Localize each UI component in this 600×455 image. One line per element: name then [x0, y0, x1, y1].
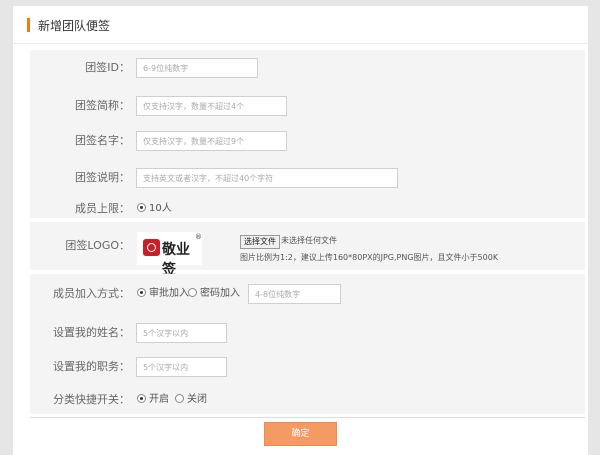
my-name-row: 设置我的姓名： 5个汉字以内: [30, 322, 585, 348]
member-limit-option[interactable]: 10人: [137, 198, 172, 220]
team-name-input[interactable]: 仅支持汉字，数量不超过9个: [136, 131, 287, 151]
description-input[interactable]: 支持英文或者汉字，不超过40个字符: [136, 168, 398, 188]
registered-mark: ®: [195, 233, 202, 241]
join-method-row: 成员加入方式： 审批加入 密码加入 4-8位纯数字: [30, 283, 585, 309]
radio-unselected-icon[interactable]: [188, 288, 197, 297]
short-name-label: 团签简称：: [75, 99, 130, 112]
my-role-input[interactable]: 5个汉字以内: [136, 357, 227, 377]
logo-text: 敬业签: [162, 242, 190, 278]
join-settings-section: 成员加入方式： 审批加入 密码加入 4-8位纯数字 设置我的姓名： 5个汉字以内…: [30, 274, 585, 414]
password-join-option[interactable]: 密码加入: [188, 283, 240, 305]
my-name-input[interactable]: 5个汉字以内: [136, 323, 227, 343]
team-id-label: 团签ID：: [85, 61, 130, 74]
logo-label: 团签LOGO：: [65, 239, 130, 252]
password-join-label: 密码加入: [200, 288, 240, 299]
page-title: 新增团队便签: [38, 19, 111, 33]
shortcut-on-label: 开启: [149, 394, 169, 405]
my-role-label: 设置我的职务：: [53, 360, 130, 373]
my-name-label: 设置我的姓名：: [53, 326, 130, 339]
logo-hint-text: 图片比例为1:2，建议上传160*80PX的JPG,PNG图片，且文件小于500…: [240, 253, 499, 262]
title-accent-bar: [27, 18, 30, 32]
approval-join-label: 审批加入: [149, 288, 189, 299]
radio-selected-icon[interactable]: [137, 288, 146, 297]
join-password-input[interactable]: 4-8位纯数字: [248, 284, 341, 304]
form-card: 新增团队便签 团签ID： 6-9位纯数字 团签简称： 仅支持汉字，数量不超过4个…: [13, 6, 588, 455]
shortcut-label: 分类快捷开关：: [53, 393, 130, 406]
short-name-input[interactable]: 仅支持汉字，数量不超过4个: [136, 96, 287, 116]
basic-info-section: 团签ID： 6-9位纯数字 团签简称： 仅支持汉字，数量不超过4个 团签名字： …: [30, 50, 585, 218]
team-id-input[interactable]: 6-9位纯数字: [136, 58, 258, 78]
short-name-row: 团签简称： 仅支持汉字，数量不超过4个: [30, 95, 585, 121]
description-row: 团签说明： 支持英文或者汉字，不超过40个字符: [30, 167, 585, 193]
file-status-text: 未选择任何文件: [281, 236, 337, 245]
my-role-row: 设置我的职务： 5个汉字以内: [30, 356, 585, 382]
team-name-row: 团签名字： 仅支持汉字，数量不超过9个: [30, 130, 585, 156]
member-limit-row: 成员上限： 10人: [30, 198, 585, 224]
team-name-label: 团签名字：: [75, 134, 130, 147]
radio-unselected-icon[interactable]: [175, 394, 184, 403]
shortcut-off-option[interactable]: 关闭: [175, 389, 207, 411]
logo-section: 团签LOGO： 敬业签 ® 选择文件 未选择任何文件 图片比例为1:2，建议上传…: [30, 222, 585, 278]
member-limit-label: 成员上限：: [75, 202, 130, 215]
shortcut-on-option[interactable]: 开启: [137, 389, 169, 411]
card-header: 新增团队便签: [13, 6, 588, 44]
radio-selected-icon[interactable]: [137, 203, 146, 212]
description-label: 团签说明：: [75, 171, 130, 184]
approval-join-option[interactable]: 审批加入: [137, 283, 189, 305]
choose-file-button[interactable]: 选择文件: [240, 235, 280, 249]
logo-mark-icon: [143, 239, 160, 256]
footer-divider: [30, 417, 585, 418]
member-limit-option-label: 10人: [149, 203, 172, 214]
shortcut-row: 分类快捷开关： 开启 关闭: [30, 389, 585, 415]
shortcut-off-label: 关闭: [187, 394, 207, 405]
radio-selected-icon[interactable]: [137, 394, 146, 403]
team-id-row: 团签ID： 6-9位纯数字: [30, 57, 585, 83]
logo-preview: 敬业签 ®: [137, 232, 202, 278]
confirm-button[interactable]: 确定: [264, 422, 337, 446]
join-method-label: 成员加入方式：: [53, 287, 130, 300]
